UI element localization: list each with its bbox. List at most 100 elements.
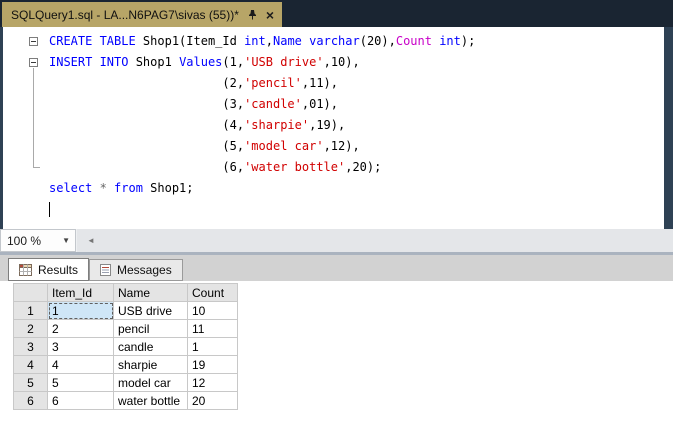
- code-token: ,19),: [309, 118, 346, 132]
- grid-cell[interactable]: 1: [187, 337, 238, 356]
- code-line-2[interactable]: INSERT INTO Shop1 Values(1,'USB drive',1…: [49, 52, 475, 73]
- grid-row: 3 3 candle 1: [13, 337, 238, 356]
- code-token: Shop1(Item_Id: [142, 34, 245, 48]
- row-number[interactable]: 3: [13, 337, 48, 356]
- grid-cell[interactable]: candle: [113, 337, 188, 356]
- grid-row: 1 1 USB drive 10: [13, 301, 238, 320]
- zoom-combo[interactable]: 100 % ▼: [0, 229, 76, 252]
- code-token: (2,: [49, 76, 245, 90]
- results-tab-strip: Results Messages: [0, 255, 673, 281]
- code-token: int: [244, 34, 266, 48]
- grid-cell[interactable]: 1: [47, 301, 114, 320]
- tab-messages[interactable]: Messages: [89, 259, 183, 281]
- tab-results[interactable]: Results: [8, 258, 90, 281]
- grid-cell[interactable]: 4: [47, 355, 114, 374]
- grid-cell[interactable]: 20: [187, 391, 238, 410]
- horizontal-scrollbar[interactable]: ◄: [77, 229, 673, 252]
- code-token: ,: [265, 34, 273, 48]
- fold-collapse-icon[interactable]: [29, 37, 38, 46]
- code-token: Name: [273, 34, 302, 48]
- grid-row: 2 2 pencil 11: [13, 319, 238, 338]
- code-token: ,01),: [301, 97, 338, 111]
- grid-cell[interactable]: 5: [47, 373, 114, 392]
- grid-cell[interactable]: 11: [187, 319, 238, 338]
- code-line-9[interactable]: [49, 199, 475, 220]
- code-line-6[interactable]: (5,'model car',12),: [49, 136, 475, 157]
- code-token: (20),: [359, 34, 396, 48]
- grid-cell[interactable]: water bottle: [113, 391, 188, 410]
- code-editor[interactable]: CREATE TABLE Shop1(Item_Id int,Name varc…: [3, 27, 664, 229]
- fold-collapse-icon[interactable]: [29, 58, 38, 67]
- results-pane: Item_Id Name Count 1 1 USB drive 10 2 2 pencil…: [0, 281, 673, 437]
- grid-cell[interactable]: 10: [187, 301, 238, 320]
- row-number[interactable]: 5: [13, 373, 48, 392]
- grid-row: 4 4 sharpie 19: [13, 355, 238, 374]
- grid-cell[interactable]: 3: [47, 337, 114, 356]
- row-number[interactable]: 4: [13, 355, 48, 374]
- code-token: ,12),: [323, 139, 360, 153]
- code-token: Count: [395, 34, 432, 48]
- tab-messages-label: Messages: [117, 263, 172, 277]
- code-line-5[interactable]: (4,'sharpie',19),: [49, 115, 475, 136]
- code-line-7[interactable]: (6,'water bottle',20);: [49, 157, 475, 178]
- code-token: 'candle': [244, 97, 302, 111]
- close-icon[interactable]: ×: [266, 8, 274, 22]
- row-number[interactable]: 2: [13, 319, 48, 338]
- code-lines: CREATE TABLE Shop1(Item_Id int,Name varc…: [49, 31, 475, 220]
- code-token: (1,: [222, 55, 245, 69]
- grid-cell[interactable]: pencil: [113, 319, 188, 338]
- code-line-8[interactable]: select * from Shop1;: [49, 178, 475, 199]
- scroll-left-icon[interactable]: ◄: [87, 229, 95, 252]
- column-header-name[interactable]: Name: [113, 283, 188, 302]
- code-line-3[interactable]: (2,'pencil',11),: [49, 73, 475, 94]
- code-token: CREATE TABLE: [49, 34, 143, 48]
- grid-row: 6 6 water bottle 20: [13, 391, 238, 410]
- code-token: ,20);: [345, 160, 382, 174]
- code-token: *: [99, 181, 115, 195]
- code-token: Values: [179, 55, 223, 69]
- results-grid-icon: [19, 263, 32, 276]
- grid-row: 5 5 model car 12: [13, 373, 238, 392]
- code-token: 'sharpie': [244, 118, 310, 132]
- code-token: varchar: [309, 34, 360, 48]
- row-number[interactable]: 6: [13, 391, 48, 410]
- code-token: (3,: [49, 97, 245, 111]
- grid-cell[interactable]: USB drive: [113, 301, 188, 320]
- row-number[interactable]: 1: [13, 301, 48, 320]
- grid-cell[interactable]: 2: [47, 319, 114, 338]
- ssms-window: SQLQuery1.sql - LA...N6PAG7\sivas (55))*…: [0, 0, 673, 437]
- grid-header-row: Item_Id Name Count: [13, 283, 238, 302]
- zoom-value: 100 %: [7, 233, 42, 248]
- column-header-count[interactable]: Count: [187, 283, 238, 302]
- code-token: );: [460, 34, 476, 48]
- results-grid: Item_Id Name Count 1 1 USB drive 10 2 2 pencil…: [13, 283, 238, 410]
- code-line-4[interactable]: (3,'candle',01),: [49, 94, 475, 115]
- code-token: ,10),: [323, 55, 360, 69]
- code-token: 'pencil': [244, 76, 302, 90]
- code-token: Shop1: [135, 55, 180, 69]
- code-token: (5,: [49, 139, 245, 153]
- grid-corner-cell[interactable]: [13, 283, 48, 302]
- document-tab[interactable]: SQLQuery1.sql - LA...N6PAG7\sivas (55))*…: [2, 2, 283, 27]
- fold-guide-end: [33, 167, 40, 168]
- messages-icon: [100, 264, 112, 276]
- code-token: 'USB drive': [244, 55, 324, 69]
- code-token: INSERT INTO: [49, 55, 136, 69]
- chevron-down-icon: ▼: [62, 236, 70, 245]
- code-token: from: [114, 181, 151, 195]
- column-header-item-id[interactable]: Item_Id: [47, 283, 114, 302]
- tab-results-label: Results: [38, 262, 79, 277]
- text-caret: [49, 202, 50, 217]
- grid-cell[interactable]: model car: [113, 373, 188, 392]
- code-line-1[interactable]: CREATE TABLE Shop1(Item_Id int,Name varc…: [49, 31, 475, 52]
- grid-cell[interactable]: 19: [187, 355, 238, 374]
- grid-cell[interactable]: 6: [47, 391, 114, 410]
- code-token: 'water bottle': [244, 160, 346, 174]
- code-token: Shop1;: [150, 181, 194, 195]
- pin-icon[interactable]: [247, 9, 258, 20]
- grid-cell[interactable]: sharpie: [113, 355, 188, 374]
- code-token: select: [49, 181, 100, 195]
- code-token: int: [439, 34, 461, 48]
- grid-cell[interactable]: 12: [187, 373, 238, 392]
- code-token: ,11),: [301, 76, 338, 90]
